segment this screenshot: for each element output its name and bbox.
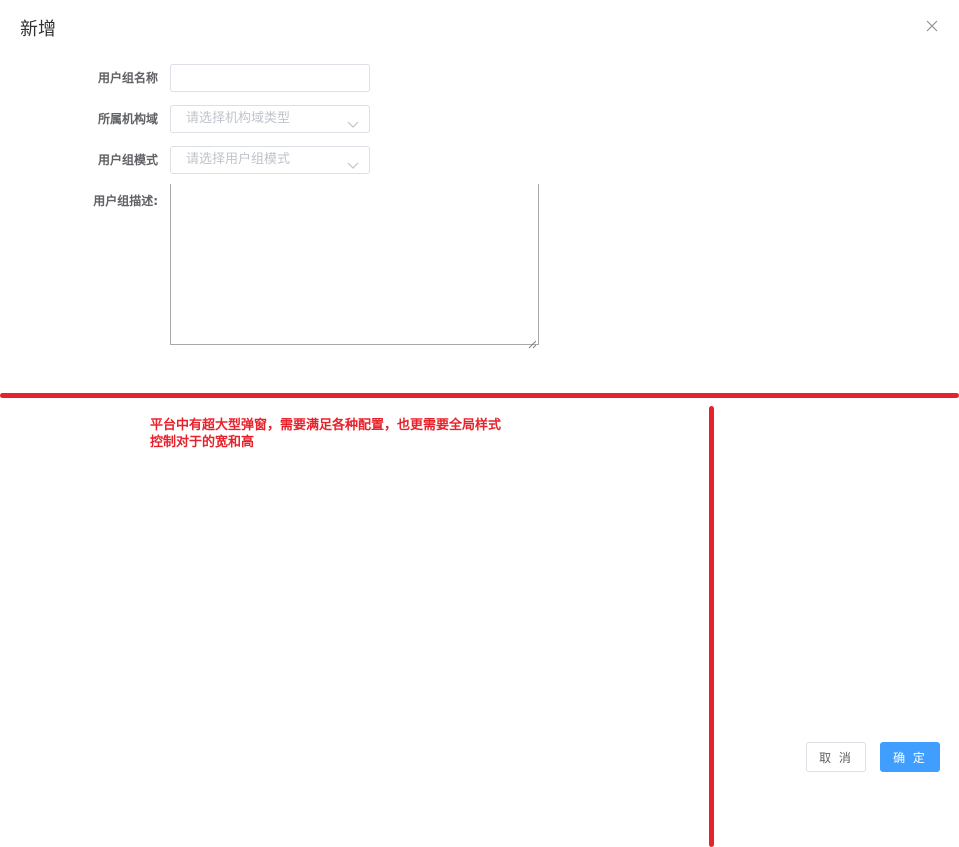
- cancel-button[interactable]: 取 消: [806, 742, 866, 772]
- group-mode-select[interactable]: 请选择用户组模式: [170, 146, 370, 174]
- group-mode-placeholder: 请选择用户组模式: [186, 152, 291, 167]
- annotation-line-2: 控制对于的宽和高: [150, 435, 255, 450]
- confirm-button[interactable]: 确 定: [880, 742, 940, 772]
- group-name-label: 用户组名称: [97, 71, 158, 85]
- org-domain-placeholder: 请选择机构域类型: [186, 111, 291, 126]
- close-icon[interactable]: [922, 16, 942, 36]
- dialog-title: 新增: [20, 19, 56, 40]
- annotation-horizontal-line: [0, 393, 959, 398]
- annotation-vertical-line: [709, 406, 714, 847]
- chevron-down-icon: [347, 114, 359, 128]
- description-textarea[interactable]: [170, 184, 539, 349]
- org-domain-select[interactable]: 请选择机构域类型: [170, 105, 370, 133]
- dialog: 新增 用户组名称 所属机构域 请选择机构域类型 用户组模式 请选择用户组模式 用…: [0, 0, 959, 847]
- group-mode-label: 用户组模式: [97, 153, 158, 167]
- annotation-line-1: 平台中有超大型弹窗，需要满足各种配置，也更需要全局样式: [150, 418, 502, 433]
- org-domain-label: 所属机构域: [97, 112, 158, 126]
- annotation-note: 平台中有超大型弹窗，需要满足各种配置，也更需要全局样式 控制对于的宽和高: [150, 417, 550, 451]
- resize-grip-icon[interactable]: [528, 334, 537, 349]
- chevron-down-icon: [347, 155, 359, 169]
- group-name-input[interactable]: [170, 64, 370, 92]
- description-label: 用户组描述:: [93, 194, 158, 208]
